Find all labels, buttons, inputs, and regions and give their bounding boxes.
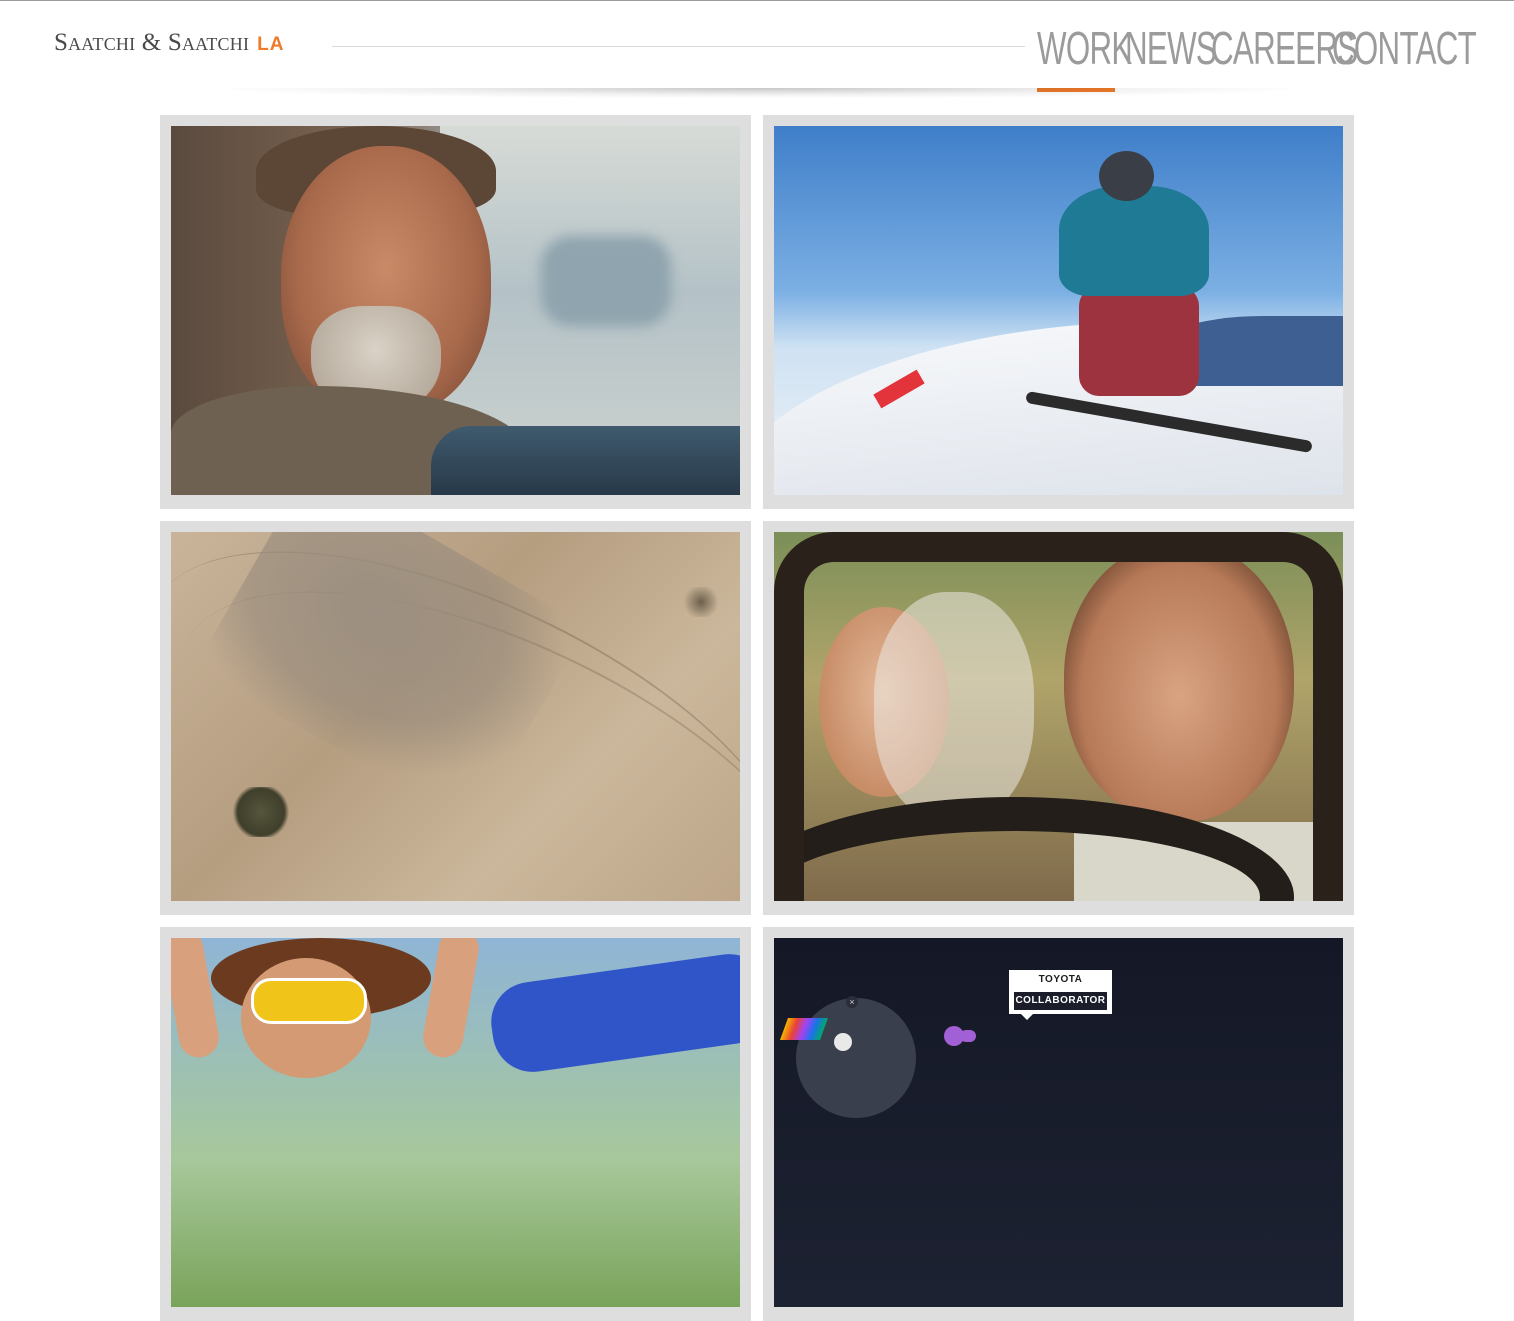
nav-link-careers[interactable]: CAREERS <box>1211 19 1358 79</box>
close-icon: × <box>846 996 858 1008</box>
work-tile[interactable] <box>160 521 751 915</box>
work-tile[interactable]: × TOYOTA COLLABORATOR <box>763 927 1354 1321</box>
nav-link-news[interactable]: NEWS <box>1125 19 1217 79</box>
nav-item-news[interactable]: NEWS <box>1125 19 1217 93</box>
dial-knob <box>834 1033 852 1051</box>
work-tile[interactable] <box>160 927 751 1321</box>
work-tile[interactable] <box>160 115 751 509</box>
peacock-logo-icon <box>779 1018 829 1040</box>
work-thumbnail[interactable]: × TOYOTA COLLABORATOR <box>774 938 1343 1307</box>
header-divider <box>332 46 1025 47</box>
nav-link-work[interactable]: WORK <box>1037 19 1132 79</box>
nav-item-contact[interactable]: CONTACT <box>1332 19 1477 93</box>
work-tile[interactable] <box>763 115 1354 509</box>
badge-label: COLLABORATOR <box>1014 992 1107 1010</box>
nav-item-work[interactable]: WORK <box>1037 19 1132 93</box>
badge-pointer <box>1019 1012 1035 1020</box>
work-thumbnail[interactable] <box>774 126 1343 495</box>
toyota-collaborator-badge: TOYOTA COLLABORATOR <box>1009 970 1112 1014</box>
header-shadow <box>230 88 1290 98</box>
work-thumbnail[interactable] <box>774 532 1343 901</box>
work-thumbnail[interactable] <box>171 532 740 901</box>
work-thumbnail[interactable] <box>171 126 740 495</box>
badge-brand: TOYOTA <box>1038 974 1083 985</box>
logo-suffix: LA <box>257 34 285 55</box>
site-header: Saatchi & Saatchi LA WORK NEWS CAREERS CO… <box>0 1 1514 93</box>
nav-link-contact[interactable]: CONTACT <box>1332 19 1477 79</box>
main-nav: WORK NEWS CAREERS CONTACT <box>1037 19 1477 92</box>
work-thumbnail[interactable] <box>171 938 740 1307</box>
avatar-badge <box>960 1030 976 1042</box>
work-tile[interactable] <box>763 521 1354 915</box>
logo-text: Saatchi & Saatchi <box>54 29 250 56</box>
dial-graphic <box>796 998 916 1118</box>
nav-item-careers[interactable]: CAREERS <box>1211 19 1358 93</box>
site-logo[interactable]: Saatchi & Saatchi LA <box>54 29 284 57</box>
